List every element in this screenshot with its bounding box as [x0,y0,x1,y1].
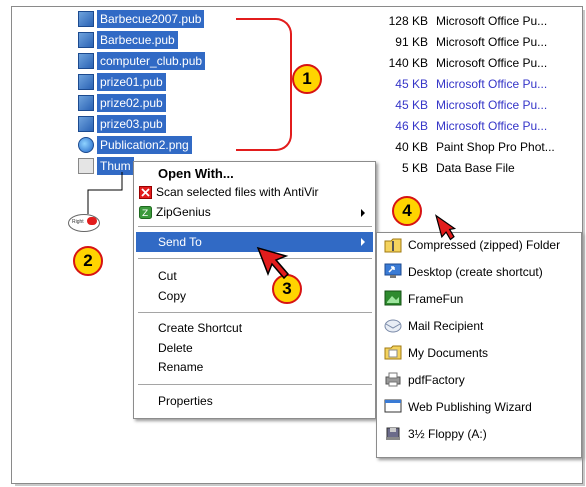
submenu-arrow-icon [361,209,365,217]
file-name: Barbecue2007.pub [97,10,205,28]
send-to-mail-recipient[interactable]: Mail Recipient [408,316,483,336]
send-to-framefun[interactable]: FrameFun [408,289,463,309]
file-row[interactable]: computer_club.pub [78,52,206,70]
file-meta: 140 KB Microsoft Office Pu... [372,54,548,72]
file-type: Microsoft Office Pu... [436,119,548,133]
menu-item-create-shortcut[interactable]: Create Shortcut [158,318,242,338]
my-documents-icon [384,345,402,360]
file-type: Paint Shop Pro Phot... [436,140,555,154]
zip-folder-icon [384,238,402,253]
floppy-icon [386,427,400,440]
file-size: 40 KB [395,140,428,154]
file-size: 5 KB [401,161,428,175]
right-mouse-icon: Right [68,214,100,232]
file-meta: 46 KB Microsoft Office Pu... [372,117,547,135]
step-badge-1: 1 [292,64,322,94]
file-meta: 91 KB Microsoft Office Pu... [372,33,547,51]
printer-icon [385,372,401,387]
menu-item-copy[interactable]: Copy [158,286,186,306]
file-name: prize02.pub [97,94,166,112]
file-row[interactable]: Barbecue.pub [78,31,178,49]
file-size: 140 KB [388,56,428,70]
submenu-arrow-icon [361,238,365,246]
menu-item-cut[interactable]: Cut [158,266,177,286]
publisher-icon [78,116,94,132]
send-to-my-documents[interactable]: My Documents [408,343,488,363]
file-meta: 5 KB Data Base File [372,159,515,177]
menu-item-zipgenius[interactable]: ZipGenius [156,202,211,222]
publisher-icon [78,95,94,111]
mouse-label: Right [72,219,84,225]
svg-text:Z: Z [142,209,148,219]
file-size: 45 KB [395,77,428,91]
file-size: 128 KB [388,14,428,28]
send-to-floppy[interactable]: 3½ Floppy (A:) [408,424,487,444]
step-badge-2: 2 [73,246,103,276]
send-to-desktop[interactable]: Desktop (create shortcut) [408,262,543,282]
file-meta: 40 KB Paint Shop Pro Phot... [372,138,555,156]
file-row[interactable]: prize01.pub [78,73,166,91]
menu-item-rename[interactable]: Rename [158,357,203,377]
menu-separator [138,312,372,313]
menu-item-properties[interactable]: Properties [158,391,213,411]
web-wizard-icon [384,399,402,413]
selection-bracket [236,18,292,151]
file-meta: 45 KB Microsoft Office Pu... [372,75,547,93]
file-row[interactable]: Publication2.png [78,136,192,154]
file-meta: 45 KB Microsoft Office Pu... [372,96,547,114]
file-type: Data Base File [436,161,515,175]
publisher-icon [78,53,94,69]
file-type: Microsoft Office Pu... [436,35,548,49]
image-icon [78,137,94,153]
red-cursor-arrow-icon [256,246,290,280]
send-to-web-publishing-wizard[interactable]: Web Publishing Wizard [408,397,532,417]
file-meta: 128 KB Microsoft Office Pu... [372,12,548,30]
menu-item-open-with[interactable]: Open With... [158,164,234,184]
framefun-icon [384,290,402,306]
file-type: Microsoft Office Pu... [436,14,548,28]
file-row[interactable]: prize02.pub [78,94,166,112]
file-type: Microsoft Office Pu... [436,77,548,91]
desktop-icon [384,263,402,278]
publisher-icon [78,32,94,48]
publisher-icon [78,11,94,27]
file-name: prize01.pub [97,73,166,91]
file-name: computer_club.pub [97,52,206,70]
connector-line [87,172,123,214]
file-size: 91 KB [395,35,428,49]
file-row[interactable]: prize03.pub [78,115,166,133]
file-type: Microsoft Office Pu... [436,56,548,70]
menu-separator [138,384,372,385]
file-size: 45 KB [395,98,428,112]
file-type: Microsoft Office Pu... [436,98,548,112]
publisher-icon [78,74,94,90]
step-badge-4: 4 [392,196,422,226]
mail-icon [384,319,402,333]
menu-item-scan-antivir[interactable]: Scan selected files with AntiVir [156,182,319,202]
menu-item-delete[interactable]: Delete [158,338,193,358]
red-cursor-arrow-icon [435,214,457,241]
file-name: Publication2.png [97,136,192,154]
send-to-compressed-folder[interactable]: Compressed (zipped) Folder [408,235,560,255]
file-name: Barbecue.pub [97,31,178,49]
file-row[interactable]: Barbecue2007.pub [78,10,205,28]
menu-separator [138,226,372,227]
send-to-pdffactory[interactable]: pdfFactory [408,370,465,390]
file-name: prize03.pub [97,115,166,133]
file-size: 46 KB [395,119,428,133]
antivir-icon [139,186,152,199]
zipgenius-icon: Z [139,206,152,219]
mouse-right-button [87,217,97,225]
